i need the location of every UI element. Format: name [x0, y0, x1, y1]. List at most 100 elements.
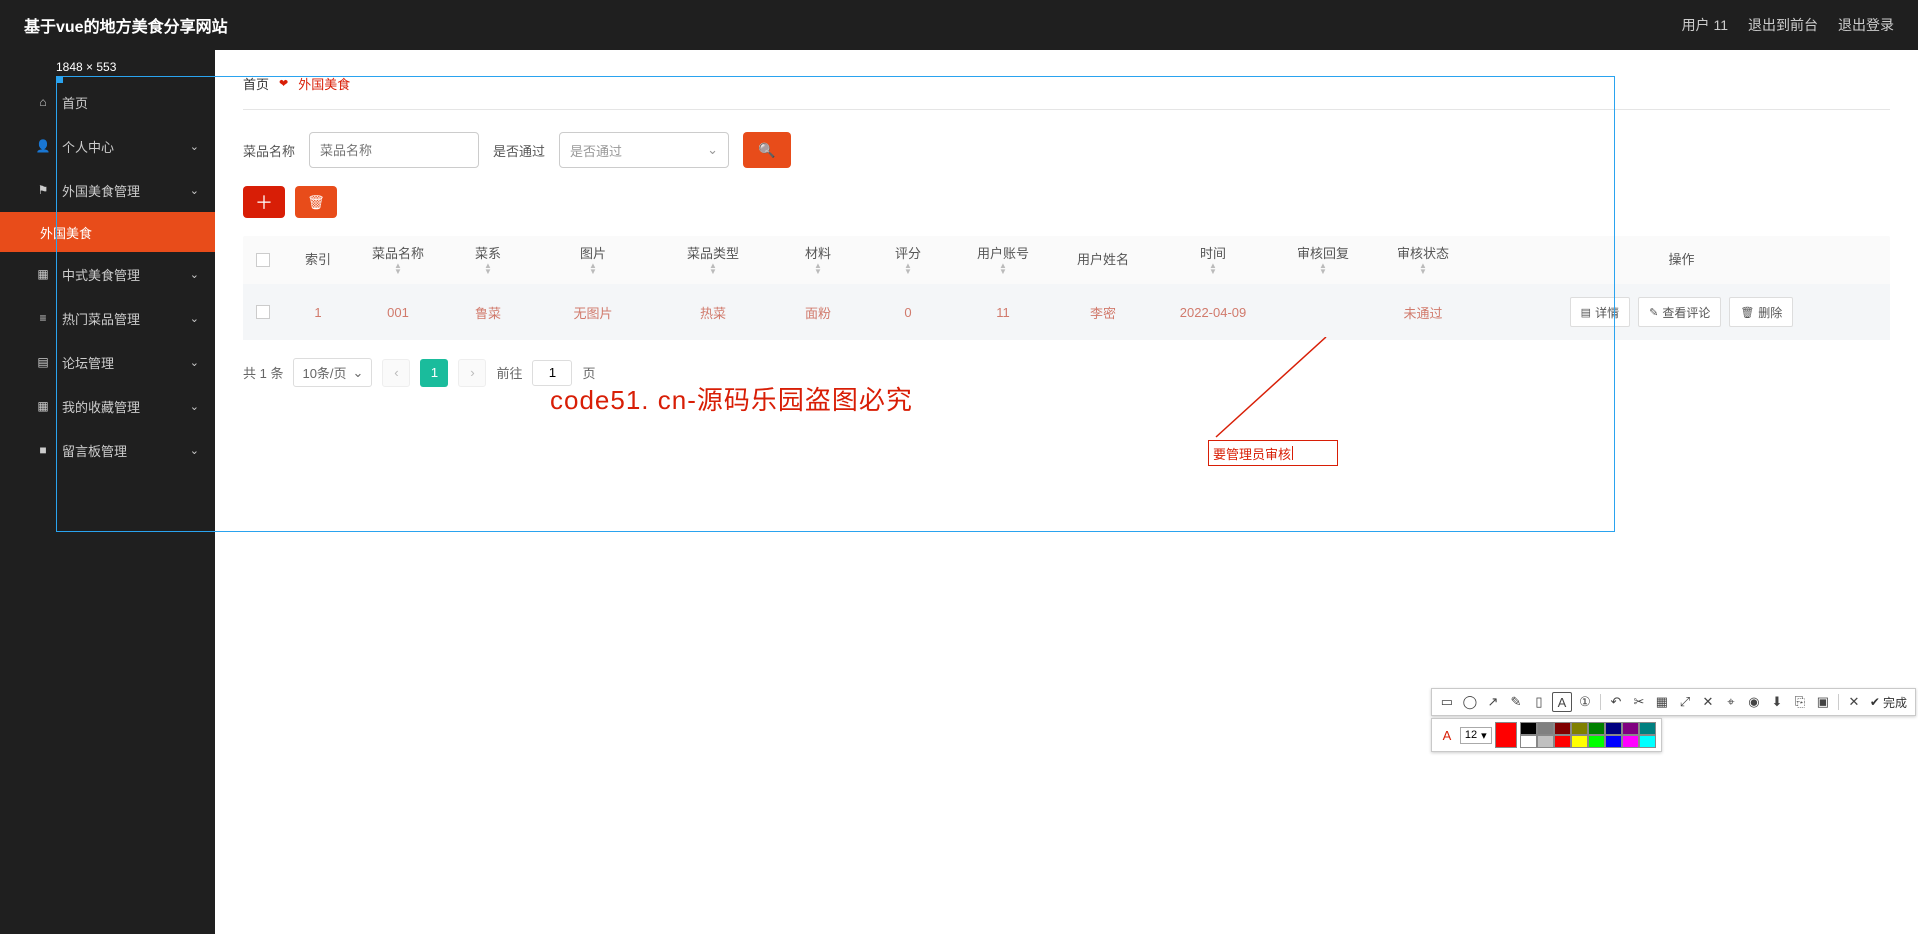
- palette-color[interactable]: [1605, 722, 1622, 735]
- palette-color[interactable]: [1639, 735, 1656, 748]
- th-status[interactable]: 审核状态: [1397, 246, 1449, 261]
- menu-icon: 👤: [36, 139, 50, 153]
- sidebar: 1848 × 553 ⌂ 首页 👤个人中心⌄⚑外国美食管理⌄外国美食▦中式美食管…: [0, 50, 215, 934]
- text-tool-icon[interactable]: A: [1552, 692, 1572, 712]
- undo-icon[interactable]: ↶: [1606, 692, 1626, 712]
- sidebar-item[interactable]: ≡热门菜品管理⌄: [0, 296, 215, 340]
- palette-color[interactable]: [1588, 722, 1605, 735]
- sidebar-item[interactable]: ⚑外国美食管理⌄: [0, 168, 215, 212]
- sort-icon[interactable]: ▲▼: [1373, 263, 1473, 274]
- th-score[interactable]: 评分: [895, 246, 921, 261]
- cell-username: 李密: [1053, 303, 1153, 322]
- palette-color[interactable]: [1571, 735, 1588, 748]
- sort-icon[interactable]: ▲▼: [863, 263, 953, 274]
- sidebar-item[interactable]: 👤个人中心⌄: [0, 124, 215, 168]
- search-button[interactable]: 🔍: [743, 132, 791, 168]
- sidebar-item[interactable]: ■留言板管理⌄: [0, 428, 215, 472]
- sort-icon[interactable]: ▲▼: [353, 263, 443, 274]
- next-page-button[interactable]: ›: [458, 359, 486, 387]
- pencil-tool-icon[interactable]: ✎: [1506, 692, 1526, 712]
- cell-index: 1: [283, 305, 353, 320]
- th-reply[interactable]: 审核回复: [1297, 246, 1349, 261]
- page-number[interactable]: 1: [420, 359, 448, 387]
- breadcrumb-home[interactable]: 首页: [243, 74, 269, 93]
- record-icon[interactable]: ◉: [1744, 692, 1764, 712]
- annotation-text: code51. cn-源码乐园盗图必究: [550, 380, 913, 417]
- logout-link[interactable]: 退出登录: [1838, 15, 1894, 35]
- serial-tool-icon[interactable]: ①: [1575, 692, 1595, 712]
- sort-icon[interactable]: ▲▼: [953, 263, 1053, 274]
- cell-material: 面粉: [773, 303, 863, 322]
- user-label[interactable]: 用户 11: [1682, 15, 1728, 35]
- th-type[interactable]: 菜品类型: [687, 246, 739, 261]
- close-icon[interactable]: ✕: [1844, 692, 1864, 712]
- th-account[interactable]: 用户账号: [977, 246, 1029, 261]
- palette-color[interactable]: [1588, 735, 1605, 748]
- th-image[interactable]: 图片: [580, 246, 606, 261]
- palette-color[interactable]: [1571, 722, 1588, 735]
- select-all-checkbox[interactable]: [256, 253, 270, 267]
- sort-icon[interactable]: ▲▼: [533, 263, 653, 274]
- palette-color[interactable]: [1622, 722, 1639, 735]
- sort-icon[interactable]: ▲▼: [653, 263, 773, 274]
- bulk-delete-button[interactable]: 🗑: [295, 186, 337, 218]
- sort-icon[interactable]: ▲▼: [443, 263, 533, 274]
- mosaic-icon[interactable]: ▦: [1652, 692, 1672, 712]
- current-color-swatch[interactable]: [1495, 722, 1517, 748]
- detail-button[interactable]: ▤详情: [1570, 297, 1630, 327]
- nav-home[interactable]: ⌂ 首页: [0, 80, 215, 124]
- palette-color[interactable]: [1520, 722, 1537, 735]
- sidebar-item[interactable]: ▦我的收藏管理⌄: [0, 384, 215, 428]
- color-palette: [1520, 722, 1656, 748]
- th-material[interactable]: 材料: [805, 246, 831, 261]
- sort-icon[interactable]: ▲▼: [1153, 263, 1273, 274]
- header-bar: 基于vue的地方美食分享网站 用户 11 退出到前台 退出登录: [0, 0, 1918, 50]
- pin-icon[interactable]: ✕: [1698, 692, 1718, 712]
- add-button[interactable]: ＋: [243, 186, 285, 218]
- detail-icon: ▤: [1581, 306, 1591, 319]
- palette-color[interactable]: [1537, 722, 1554, 735]
- filter-name-input[interactable]: [309, 132, 479, 168]
- ellipse-tool-icon[interactable]: ◯: [1460, 692, 1480, 712]
- palette-color[interactable]: [1554, 735, 1571, 748]
- chevron-down-icon: ⌄: [190, 312, 199, 325]
- filter-pass-label: 是否通过: [493, 141, 545, 160]
- font-size-select[interactable]: 12▾: [1460, 727, 1492, 744]
- table-header: 索引 菜品名称▲▼ 菜系▲▼ 图片▲▼ 菜品类型▲▼ 材料▲▼ 评分▲▼ 用户账…: [243, 236, 1890, 284]
- palette-color[interactable]: [1520, 735, 1537, 748]
- th-time[interactable]: 时间: [1200, 246, 1226, 261]
- sidebar-subitem[interactable]: 外国美食: [0, 212, 215, 252]
- page-size-select[interactable]: 10条/页 ⌄: [293, 358, 372, 387]
- sort-icon[interactable]: ▲▼: [1273, 263, 1373, 274]
- marker-tool-icon[interactable]: ▯: [1529, 692, 1549, 712]
- done-button[interactable]: ✔完成: [1867, 694, 1910, 711]
- download-icon[interactable]: ⬇: [1767, 692, 1787, 712]
- sidebar-item[interactable]: ▤论坛管理⌄: [0, 340, 215, 384]
- heart-icon: ❤: [279, 77, 288, 90]
- palette-color[interactable]: [1605, 735, 1622, 748]
- filter-pass-select[interactable]: 是否通过 ⌄: [559, 132, 729, 168]
- comments-button[interactable]: ✎查看评论: [1638, 297, 1721, 327]
- copy-icon[interactable]: ⎘: [1790, 692, 1810, 712]
- sidebar-item[interactable]: ▦中式美食管理⌄: [0, 252, 215, 296]
- to-front-link[interactable]: 退出到前台: [1748, 15, 1818, 35]
- cut-icon[interactable]: ✂: [1629, 692, 1649, 712]
- palette-color[interactable]: [1537, 735, 1554, 748]
- rect-tool-icon[interactable]: ▭: [1437, 692, 1457, 712]
- th-cuisine[interactable]: 菜系: [475, 246, 501, 261]
- scan-icon[interactable]: ⌖: [1721, 692, 1741, 712]
- save-icon[interactable]: ▣: [1813, 692, 1833, 712]
- th-name[interactable]: 菜品名称: [372, 246, 424, 261]
- sidebar-item-label: 中式美食管理: [62, 265, 140, 284]
- row-checkbox[interactable]: [256, 305, 270, 319]
- palette-color[interactable]: [1554, 722, 1571, 735]
- delete-button[interactable]: 🗑删除: [1729, 297, 1793, 327]
- prev-page-button[interactable]: ‹: [382, 359, 410, 387]
- arrow-tool-icon[interactable]: ↗: [1483, 692, 1503, 712]
- expand-icon[interactable]: ⤢: [1675, 692, 1695, 712]
- sort-icon[interactable]: ▲▼: [773, 263, 863, 274]
- cell-status: 未通过: [1373, 303, 1473, 322]
- palette-color[interactable]: [1639, 722, 1656, 735]
- palette-color[interactable]: [1622, 735, 1639, 748]
- chevron-down-icon: ▾: [1481, 729, 1487, 742]
